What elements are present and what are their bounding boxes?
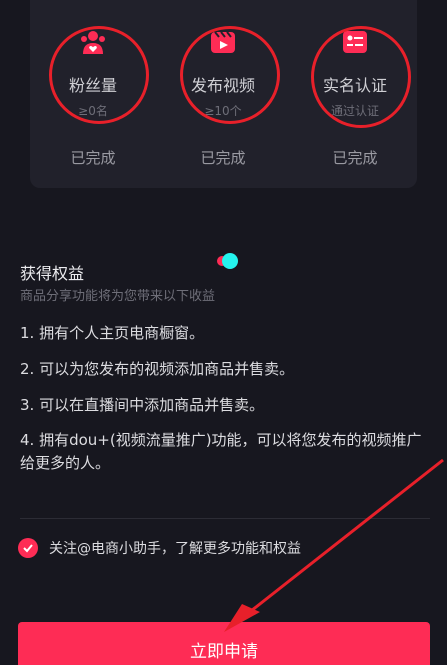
requirement-status: 已完成	[200, 149, 246, 167]
benefit-item: 4. 拥有dou+(视频流量推广)功能，可以将您发布的视频推广给更多的人。	[20, 431, 422, 472]
requirement-status: 已完成	[70, 149, 116, 167]
annotation-circle	[180, 26, 280, 124]
requirement-status: 已完成	[332, 149, 378, 167]
annotation-circle	[49, 26, 149, 124]
benefit-item: 3. 可以在直播间中添加商品并售卖。	[20, 396, 265, 414]
benefits-title: 获得权益	[20, 264, 85, 283]
follow-assistant-option[interactable]: 关注@电商小助手，了解更多功能和权益	[18, 538, 301, 558]
follow-label: 关注@电商小助手，了解更多功能和权益	[49, 541, 301, 557]
annotation-circle	[311, 26, 411, 128]
benefits-subtitle: 商品分享功能将为您带来以下收益	[20, 289, 216, 304]
check-icon[interactable]	[18, 538, 38, 558]
apply-button[interactable]: 立即申请	[18, 622, 430, 665]
divider	[20, 518, 430, 519]
benefit-item: 1. 拥有个人主页电商橱窗。	[20, 324, 205, 342]
benefit-item: 2. 可以为您发布的视频添加商品并售卖。	[20, 360, 295, 378]
douyin-logo-icon	[214, 251, 240, 271]
